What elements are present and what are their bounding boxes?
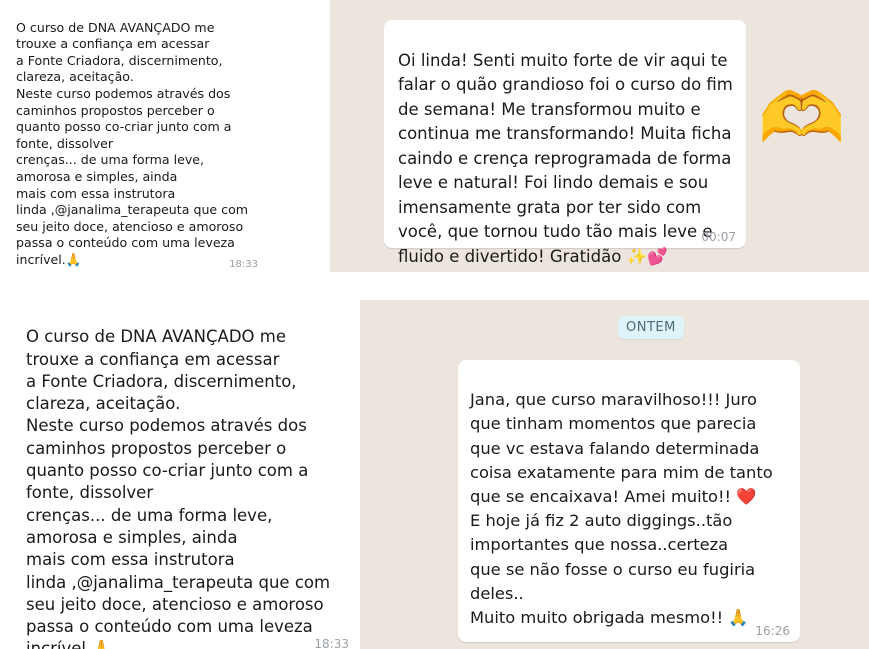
panel-bottom-left: O curso de DNA AVANÇADO me trouxe a conf… (0, 300, 355, 649)
panel-top-left: O curso de DNA AVANÇADO me trouxe a conf… (0, 0, 268, 272)
message-text: Jana, que curso maravilhoso!!! Juro que … (470, 364, 773, 630)
message-time: 16:26 (755, 624, 790, 638)
sparkle-heart-emoji: ✨💕 (626, 246, 668, 266)
panel-top-right: Oi linda! Senti muito forte de vir aqui … (330, 0, 869, 272)
panel-bottom-right: ONTEM Jana, que curso maravilhoso!!! Jur… (360, 300, 869, 649)
message-body-part-1: Jana, que curso maravilhoso!!! Juro que … (470, 390, 773, 507)
pray-emoji: 🙏 (65, 251, 82, 267)
message-time: 18:33 (229, 259, 258, 270)
pray-emoji: 🙏 (728, 608, 749, 628)
message-time: 18:33 (314, 637, 349, 649)
message-bubble: O curso de DNA AVANÇADO me trouxe a conf… (12, 300, 355, 649)
heart-hands-sticker: 🫶 (758, 77, 846, 159)
message-body: O curso de DNA AVANÇADO me trouxe a conf… (16, 19, 249, 267)
message-body: Oi linda! Senti muito forte de vir aqui … (398, 50, 733, 266)
message-bubble: O curso de DNA AVANÇADO me trouxe a conf… (0, 0, 262, 272)
message-body-part-2: E hoje já fiz 2 auto diggings..tão impor… (470, 511, 756, 603)
message-text: O curso de DNA AVANÇADO me trouxe a conf… (26, 304, 330, 649)
message-body-part-3: Muito muito obrigada mesmo!! (470, 608, 724, 628)
message-body: O curso de DNA AVANÇADO me trouxe a conf… (26, 327, 331, 649)
date-badge: ONTEM (618, 316, 684, 339)
message-text: Oi linda! Senti muito forte de vir aqui … (398, 24, 733, 269)
message-bubble: Jana, que curso maravilhoso!!! Juro que … (458, 360, 800, 642)
heart-emoji: ❤️ (736, 487, 757, 507)
message-time: 00:07 (701, 230, 736, 244)
message-bubble: Oi linda! Senti muito forte de vir aqui … (384, 20, 746, 266)
pray-emoji: 🙏 (91, 639, 112, 649)
message-text: O curso de DNA AVANÇADO me trouxe a conf… (16, 3, 248, 269)
